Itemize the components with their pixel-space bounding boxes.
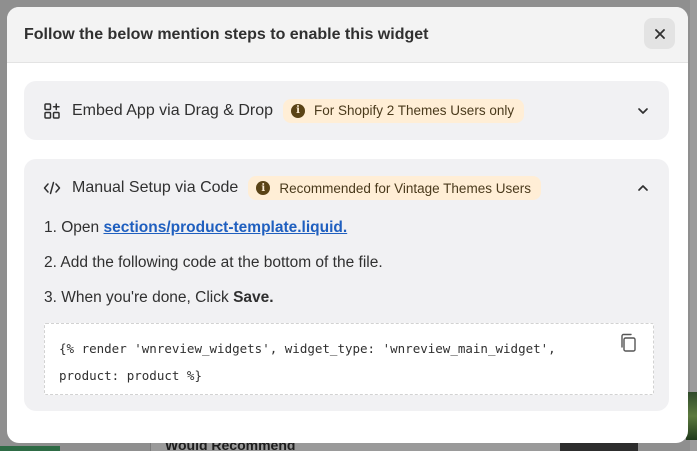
save-emphasis: Save. xyxy=(233,289,274,306)
step-1-text: 1. Open xyxy=(44,219,104,236)
info-icon: i xyxy=(256,181,271,195)
step-1: 1. Open sections/product-template.liquid… xyxy=(44,216,669,251)
info-icon: i xyxy=(291,103,305,118)
code-icon xyxy=(43,179,61,197)
shopify2-badge-text: For Shopify 2 Themes Users only xyxy=(314,103,515,118)
step-2-text: 2. Add the following code at the bottom … xyxy=(44,254,383,271)
code-snippet[interactable]: {% render 'wnreview_widgets', widget_typ… xyxy=(44,323,654,395)
code-snippet-text[interactable]: {% render 'wnreview_widgets', widget_typ… xyxy=(59,341,556,383)
manual-setup-section-header[interactable]: Manual Setup via Code i Recommended for … xyxy=(24,159,669,217)
manual-setup-section: Manual Setup via Code i Recommended for … xyxy=(24,159,669,411)
manual-setup-title: Manual Setup via Code xyxy=(72,179,239,196)
vintage-themes-badge: i Recommended for Vintage Themes Users xyxy=(248,176,541,200)
close-button[interactable] xyxy=(644,18,675,49)
setup-steps: 1. Open sections/product-template.liquid… xyxy=(24,216,669,321)
apps-icon xyxy=(43,102,61,120)
chevron-down-icon[interactable] xyxy=(636,104,650,118)
embed-app-section-header[interactable]: Embed App via Drag & Drop i For Shopify … xyxy=(24,81,669,140)
shopify2-badge: i For Shopify 2 Themes Users only xyxy=(283,98,525,123)
modal-title: Follow the below mention steps to enable… xyxy=(24,25,429,43)
embed-app-title: Embed App via Drag & Drop xyxy=(72,101,273,119)
copy-icon[interactable] xyxy=(619,333,637,353)
background-right-panel xyxy=(690,0,697,451)
close-icon xyxy=(654,28,665,39)
step-3-text: 3. When you're done, Click xyxy=(44,289,234,306)
embed-app-section: Embed App via Drag & Drop i For Shopify … xyxy=(24,81,669,140)
step-2: 2. Add the following code at the bottom … xyxy=(44,251,669,286)
step-3: 3. When you're done, Click Save. xyxy=(44,286,669,321)
chevron-up-icon[interactable] xyxy=(636,181,650,195)
vintage-themes-badge-text: Recommended for Vintage Themes Users xyxy=(279,180,531,196)
background-green-bar xyxy=(0,446,60,451)
modal-header: Follow the below mention steps to enable… xyxy=(7,7,688,63)
product-template-link[interactable]: sections/product-template.liquid. xyxy=(103,219,347,236)
setup-modal: Follow the below mention steps to enable… xyxy=(7,7,688,443)
